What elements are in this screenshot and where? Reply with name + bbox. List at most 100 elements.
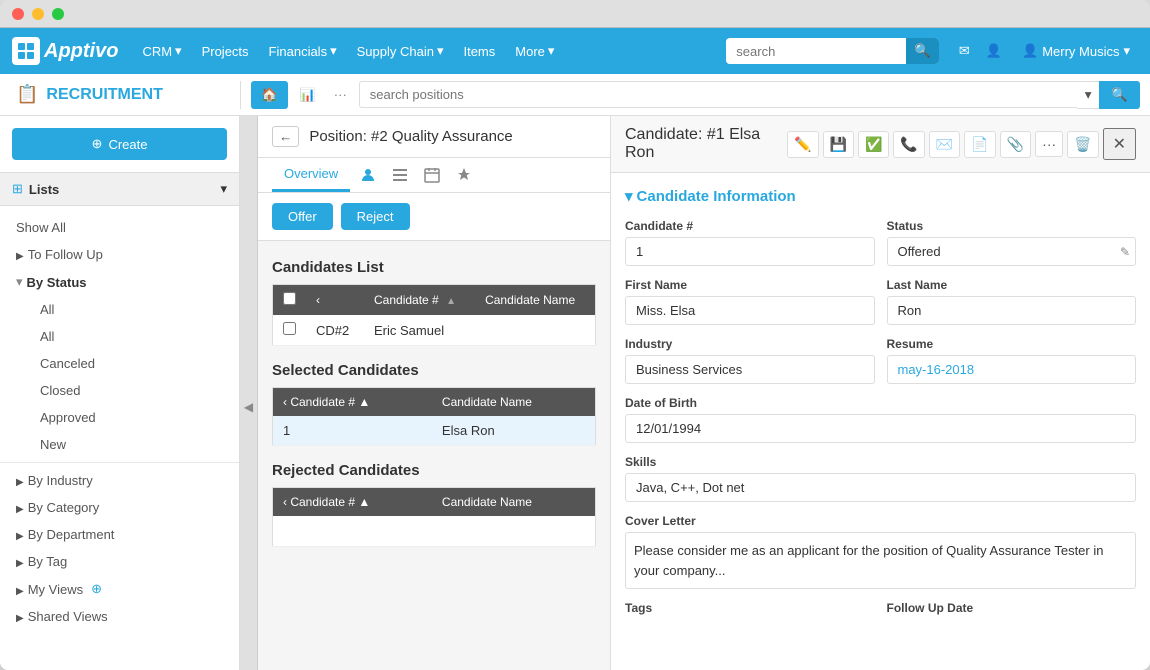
more-options-icon[interactable]: ··· — [328, 81, 353, 108]
position-header: ← Position: #2 Quality Assurance — [258, 116, 610, 158]
user-menu[interactable]: 👤 Merry Musics — [1014, 39, 1138, 63]
global-search-button[interactable]: 🔍 — [906, 38, 939, 64]
status-label: Status — [887, 219, 1137, 233]
user-icon[interactable]: 👤 — [982, 39, 1006, 63]
section-collapse[interactable]: ▾ Candidate Information — [625, 187, 1136, 205]
email-icon-button[interactable]: ✉️ — [929, 131, 960, 158]
more-icon-button[interactable]: ··· — [1035, 131, 1063, 157]
sidebar-status-on-hold[interactable]: New — [24, 431, 239, 458]
edit-icon-button[interactable]: ✏️ — [787, 131, 818, 158]
th-rejected-num[interactable]: ‹ Candidate # ▲ — [273, 488, 432, 517]
sidebar-status-items: All All Canceled Closed Approved New — [0, 296, 239, 458]
nav-financials[interactable]: Financials — [261, 39, 345, 63]
selected-candidates-table: ‹ Candidate # ▲ Candidate Name 1 Elsa Ro… — [272, 387, 596, 446]
sidebar-status-approved[interactable]: Closed — [24, 377, 239, 404]
lists-header[interactable]: ⊞ Lists ▾ — [0, 172, 239, 206]
close-detail-button[interactable]: ✕ — [1103, 128, 1136, 160]
sidebar-collapse-button[interactable]: ◀ — [240, 116, 258, 670]
close-button[interactable] — [12, 8, 24, 20]
tab-calendar[interactable] — [418, 161, 446, 189]
position-search-input[interactable] — [359, 81, 1077, 108]
status-wrapper: ✎ — [887, 237, 1137, 266]
nav-items[interactable]: Items — [455, 40, 503, 63]
sidebar-status-closed[interactable]: Canceled — [24, 350, 239, 377]
notes-icon-button[interactable]: 📄 — [964, 131, 995, 158]
my-views-add-icon[interactable]: ⊕ — [91, 581, 102, 597]
th-candidate-num[interactable]: Candidate # ▲ — [364, 285, 475, 316]
th-rejected-name[interactable]: Candidate Name — [432, 488, 596, 517]
th-prev[interactable]: ‹ — [306, 285, 364, 316]
selected-table-row[interactable]: 1 Elsa Ron — [273, 416, 596, 446]
sidebar-section: Show All To Follow Up ▾ By Status All Al… — [0, 206, 239, 638]
nav-more[interactable]: More — [507, 39, 562, 63]
skills-input[interactable] — [625, 473, 1136, 502]
recruitment-icon: 📋 — [16, 84, 38, 105]
industry-field: Industry — [625, 337, 875, 384]
status-input[interactable] — [887, 237, 1137, 266]
sidebar-by-department[interactable]: By Department — [0, 521, 239, 548]
sidebar-status-all[interactable]: All — [24, 296, 239, 323]
sidebar-to-follow-up[interactable]: To Follow Up — [0, 241, 239, 268]
position-search-button[interactable]: 🔍 — [1099, 81, 1140, 109]
skills-field: Skills — [625, 455, 1136, 502]
tab-overview[interactable]: Overview — [272, 158, 350, 192]
bar-chart-icon[interactable]: 📊 — [294, 81, 322, 109]
collapse-section-icon: ▾ — [625, 187, 633, 205]
tab-list[interactable] — [386, 161, 414, 189]
tab-pin[interactable] — [450, 161, 478, 189]
industry-input[interactable] — [625, 355, 875, 384]
main-layout: ⊕ Create ⊞ Lists ▾ Show All To Follow Up — [0, 116, 1150, 670]
phone-icon-button[interactable]: 📞 — [893, 131, 924, 158]
sidebar-show-all[interactable]: Show All — [0, 214, 239, 241]
sidebar-by-status[interactable]: ▾ By Status — [0, 268, 239, 296]
lists-chevron-icon: ▾ — [220, 181, 227, 197]
position-search-dropdown[interactable]: ▾ — [1077, 81, 1100, 109]
attachment-icon-button[interactable]: 📎 — [1000, 131, 1031, 158]
reject-button[interactable]: Reject — [341, 203, 410, 230]
th-selected-name[interactable]: Candidate Name — [432, 388, 596, 417]
dob-input[interactable] — [625, 414, 1136, 443]
candidate-form: Candidate # Status ✎ First N — [625, 219, 1136, 615]
second-nav-right: 🏠 📊 ··· ▾ 🔍 — [240, 81, 1150, 109]
delete-icon-button[interactable]: 🗑️ — [1067, 131, 1098, 158]
sidebar-status-canceled[interactable]: All — [24, 323, 239, 350]
offer-button[interactable]: Offer — [272, 203, 333, 230]
sidebar-by-tag[interactable]: By Tag — [0, 548, 239, 575]
save-icon-button[interactable]: 💾 — [823, 131, 854, 158]
candidate-num-input[interactable] — [625, 237, 875, 266]
home-button[interactable]: 🏠 — [251, 81, 288, 109]
last-name-input[interactable] — [887, 296, 1137, 325]
check-icon-button[interactable]: ✅ — [858, 131, 889, 158]
sidebar-my-views[interactable]: My Views ⊕ — [0, 575, 239, 603]
nav-projects[interactable]: Projects — [194, 40, 257, 63]
sidebar-shared-views[interactable]: Shared Views — [0, 603, 239, 630]
nav-supply-chain[interactable]: Supply Chain — [349, 39, 452, 63]
table-row[interactable]: CD#2 Eric Samuel — [273, 315, 596, 346]
sidebar-status-new[interactable]: Approved — [24, 404, 239, 431]
user-menu-chevron — [1123, 43, 1130, 59]
row-checkbox[interactable] — [283, 322, 296, 335]
tab-profile[interactable] — [354, 161, 382, 189]
cover-letter-text: Please consider me as an applicant for t… — [625, 532, 1136, 589]
maximize-button[interactable] — [52, 8, 64, 20]
th-selected-num[interactable]: ‹ Candidate # ▲ — [273, 388, 432, 417]
th-checkbox — [273, 285, 307, 316]
last-name-label: Last Name — [887, 278, 1137, 292]
resume-field: Resume may-16-2018 — [887, 337, 1137, 384]
global-search: 🔍 — [726, 38, 939, 64]
first-name-input[interactable] — [625, 296, 875, 325]
candidate-title: Candidate: #1 Elsa Ron — [625, 126, 787, 162]
back-button[interactable]: ← — [272, 126, 299, 147]
select-all-checkbox[interactable] — [283, 292, 296, 305]
global-search-input[interactable] — [726, 39, 906, 64]
sidebar-by-category[interactable]: By Category — [0, 494, 239, 521]
sidebar-by-industry[interactable]: By Industry — [0, 467, 239, 494]
create-button[interactable]: ⊕ Create — [12, 128, 227, 160]
status-edit-icon[interactable]: ✎ — [1120, 245, 1130, 259]
minimize-button[interactable] — [32, 8, 44, 20]
th-candidate-name[interactable]: Candidate Name — [475, 285, 595, 316]
mail-icon[interactable]: ✉ — [955, 39, 974, 63]
selected-num-cell: 1 — [273, 416, 432, 446]
resume-link[interactable]: may-16-2018 — [887, 355, 1137, 384]
nav-crm[interactable]: CRM — [134, 39, 189, 63]
